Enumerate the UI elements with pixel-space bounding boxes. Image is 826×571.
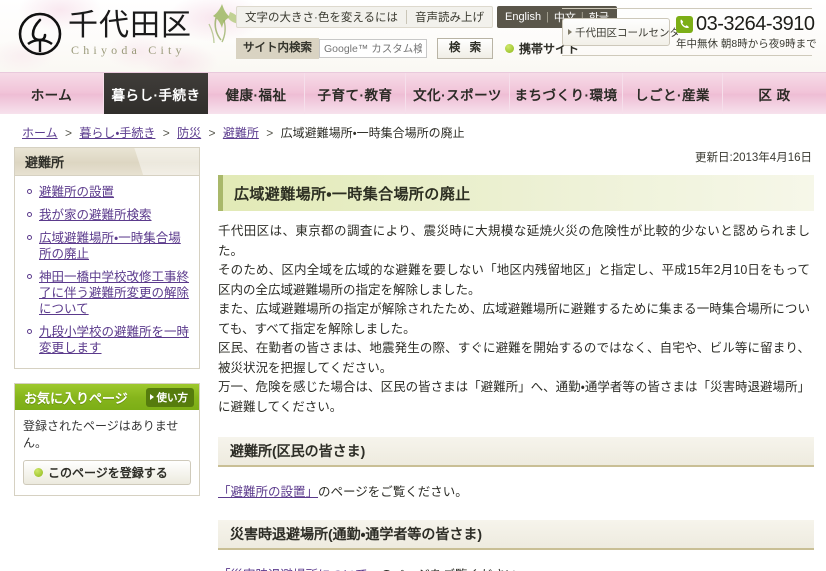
util-divider	[405, 10, 407, 24]
search-button[interactable]: 検 索	[437, 38, 493, 59]
paragraph-2: そのため、区内全域を広域的な避難を要しない「地区内残留地区」と指定し、平成15年…	[218, 263, 810, 297]
sidebar-box-header: 避難所	[15, 148, 199, 176]
bullet-icon	[505, 44, 514, 53]
breadcrumb-sep-2: >	[162, 126, 170, 140]
triangle-right-icon	[149, 394, 154, 400]
breadcrumb: ホーム > 暮らし・手続き > 防災 > 避難所 > 広域避難場所・一時集合場所…	[0, 114, 826, 147]
search-input[interactable]	[319, 39, 427, 58]
sidebar-item-shelter-search[interactable]: 我が家の避難所検索	[21, 207, 193, 223]
sidebar: 避難所 避難所の設置 我が家の避難所検索 広域避難場所・一時集合場所の廃止 神田…	[14, 147, 200, 496]
sidebar-link-list: 避難所の設置 我が家の避難所検索 広域避難場所・一時集合場所の廃止 神田一橋中学…	[15, 176, 199, 368]
sidebar-item-label[interactable]: 避難所の設置	[39, 184, 114, 200]
phone-icon	[676, 15, 693, 33]
paragraph-3: また、広域避難場所の指定が解除されたため、広域避難場所に避難するために集まる一時…	[218, 302, 810, 336]
favorites-howto-button[interactable]: 使い方	[145, 387, 194, 407]
logo-text-jp: 千代田区	[68, 8, 192, 43]
article-body: 千代田区は、東京都の調査により、震災時に大規模な延焼火災の危険性が比較的少ないと…	[218, 222, 814, 417]
call-center-button-label: 千代田区コールセンター	[575, 26, 691, 39]
global-navigation: ホーム 暮らし·手続き 健康·福祉 子育て·教育 文化·スポーツ まちづくり·環…	[0, 72, 826, 114]
sidebar-item-label[interactable]: 広域避難場所・一時集合場所の廃止	[39, 230, 193, 262]
chevron-right-icon	[568, 29, 572, 35]
sidebar-item-label[interactable]: 九段小学校の避難所を一時変更します	[39, 324, 193, 356]
site-header: 千代田区 Chiyoda City 文字の大きさ·色を変えるには 音声読み上げ …	[0, 0, 826, 72]
nav-item-living-procedures[interactable]: 暮らし·手続き	[104, 73, 208, 114]
font-size-color-link[interactable]: 文字の大きさ·色を変えるには	[245, 9, 398, 25]
shelter-setup-link[interactable]: 「避難所の設置」	[218, 485, 318, 499]
columns-wrapper: 避難所 避難所の設置 我が家の避難所検索 広域避難場所・一時集合場所の廃止 神田…	[0, 147, 826, 571]
section-link-row-1: 「避難所の設置」のページをご覧ください。	[218, 481, 814, 500]
breadcrumb-sep-1: >	[64, 126, 72, 140]
sidebar-box-title: 避難所	[25, 155, 65, 170]
breadcrumb-item-shelters[interactable]: 避難所	[223, 126, 259, 140]
page-root: 千代田区 Chiyoda City 文字の大きさ·色を変えるには 音声読み上げ …	[0, 0, 826, 571]
paragraph-5: 万一、危険を感じた場合は、区民の皆さまは「避難所」へ、通勤・通学者等の皆さまは「…	[218, 380, 810, 414]
bullet-ring-icon	[27, 235, 32, 240]
sidebar-item-label[interactable]: 我が家の避難所検索	[39, 207, 152, 223]
section-link-row-2: 「災害時退避場所について」のページをご覧ください。	[218, 564, 814, 571]
bullet-ring-icon	[27, 274, 32, 279]
nav-item-work-industry[interactable]: しごと·産業	[623, 73, 723, 114]
updated-date: 更新日:2013年4月16日	[695, 152, 812, 164]
nav-item-townplanning-environment[interactable]: まちづくり·環境	[510, 73, 623, 114]
nav-item-childcare-education[interactable]: 子育て·教育	[305, 73, 406, 114]
favorites-empty-text: 登録されたページはありません。	[23, 419, 179, 450]
accessibility-panel: 文字の大きさ·色を変えるには 音声読み上げ	[236, 6, 493, 28]
favorites-title: お気に入りページ	[24, 390, 128, 406]
logo-text-en: Chiyoda City	[71, 43, 186, 57]
nav-item-ward-administration[interactable]: 区 政	[723, 73, 826, 114]
sidebar-shelter-box: 避難所 避難所の設置 我が家の避難所検索 広域避難場所・一時集合場所の廃止 神田…	[14, 147, 200, 369]
favorites-howto-label: 使い方	[156, 391, 189, 404]
breadcrumb-item-living[interactable]: 暮らし・手続き	[79, 126, 155, 140]
chiyoda-crest-icon	[18, 12, 62, 56]
bullet-ring-icon	[27, 189, 32, 194]
search-label: サイト内検索	[236, 38, 319, 59]
nav-item-culture-sports[interactable]: 文化·スポーツ	[406, 73, 510, 114]
favorites-header: お気に入りページ 使い方	[15, 384, 199, 410]
shelter-setup-link-suffix: のページをご覧ください。	[318, 485, 468, 499]
phone-number: 03-3264-3910	[696, 13, 815, 35]
sidebar-item-shelter-setup[interactable]: 避難所の設置	[21, 184, 193, 200]
paragraph-4: 区民、在勤者の皆さまは、地震発生の際、すぐに避難を開始するのではなく、自宅や、ビ…	[218, 341, 810, 375]
section-heading-evacuation-commuters: 災害時退避場所(通勤・通学者等の皆さま)	[218, 520, 814, 550]
sidebar-item-abolition[interactable]: 広域避難場所・一時集合場所の廃止	[21, 230, 193, 262]
lang-english-link[interactable]: English	[505, 11, 541, 23]
sidebar-item-kandahitotsubashi[interactable]: 神田一橋中学校改修工事終了に伴う避難所変更の解除について	[21, 269, 193, 317]
favorites-box: お気に入りページ 使い方 登録されたページはありません。 このページを登録する	[14, 383, 200, 496]
section-heading-shelter-residents: 避難所(区民の皆さま)	[218, 437, 814, 467]
site-search: サイト内検索 検 索 携帯サイト	[236, 38, 579, 59]
nav-item-home[interactable]: ホーム	[0, 73, 104, 114]
favorites-body: 登録されたページはありません。 このページを登録する	[15, 410, 199, 495]
call-center-button[interactable]: 千代田区コールセンター	[562, 18, 691, 46]
bullet-ring-icon	[27, 329, 32, 334]
page-content: ホーム > 暮らし・手続き > 防災 > 避難所 > 広域避難場所・一時集合場所…	[0, 114, 826, 571]
breadcrumb-sep-4: >	[266, 126, 274, 140]
breadcrumb-item-home[interactable]: ホーム	[22, 126, 58, 140]
call-center-info: 03-3264-3910 年中無休 朝8時から夜9時まで	[676, 13, 817, 51]
call-center-phone: 03-3264-3910	[676, 13, 817, 35]
utility-bar: 文字の大きさ·色を変えるには 音声読み上げ English | 中文 | 한글	[236, 6, 618, 28]
call-center-hours: 年中無休 朝8時から夜9時まで	[676, 38, 817, 50]
bullet-icon	[34, 468, 43, 477]
register-page-label: このページを登録する	[48, 466, 168, 480]
paragraph-1: 千代田区は、東京都の調査により、震災時に大規模な延焼火災の危険性が比較的少ないと…	[218, 224, 810, 258]
lang-sep-1: |	[546, 11, 549, 23]
main-column: 更新日:2013年4月16日 広域避難場所・一時集合場所の廃止 千代田区は、東京…	[200, 147, 826, 571]
voice-readout-link[interactable]: 音声読み上げ	[415, 9, 484, 25]
sidebar-item-kudan-elementary[interactable]: 九段小学校の避難所を一時変更します	[21, 324, 193, 356]
nav-item-health-welfare[interactable]: 健康·福祉	[208, 73, 305, 114]
site-logo[interactable]: 千代田区 Chiyoda City	[18, 10, 192, 58]
breadcrumb-sep-3: >	[208, 126, 216, 140]
register-page-button[interactable]: このページを登録する	[23, 460, 191, 485]
sidebar-item-label[interactable]: 神田一橋中学校改修工事終了に伴う避難所変更の解除について	[39, 269, 193, 317]
breadcrumb-item-disaster-prevention[interactable]: 防災	[177, 126, 201, 140]
bullet-ring-icon	[27, 212, 32, 217]
page-title: 広域避難場所・一時集合場所の廃止	[218, 175, 814, 211]
call-center-block: 千代田区コールセンター 03-3264-3910 年中無休 朝8時から夜9時まで	[562, 8, 817, 56]
breadcrumb-current: 広域避難場所・一時集合場所の廃止	[280, 126, 465, 140]
